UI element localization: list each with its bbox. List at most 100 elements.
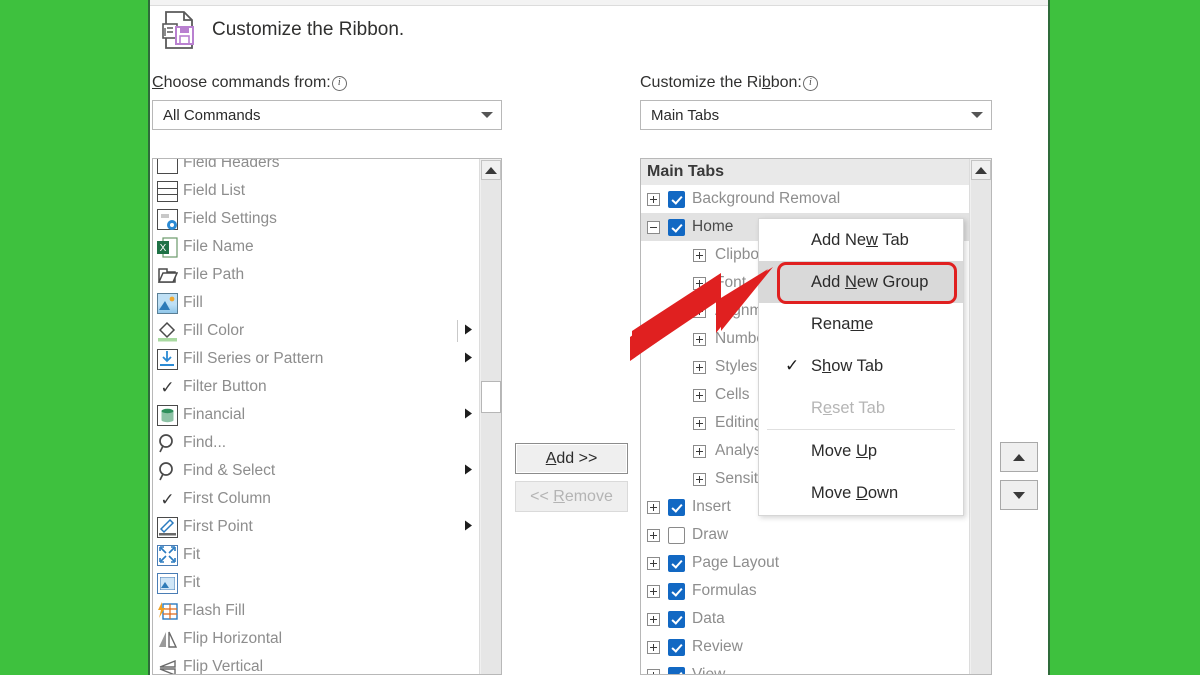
context-menu-item-label: Move Up xyxy=(811,442,877,461)
ribbon-tree-row[interactable]: Review xyxy=(641,633,971,661)
commands-scrollbar[interactable] xyxy=(479,159,501,674)
submenu-arrow-icon[interactable] xyxy=(465,325,472,338)
checkmark-icon: ✓ xyxy=(157,489,178,510)
expand-plus-icon[interactable] xyxy=(693,389,706,402)
ribbon-tree-scrollbar[interactable] xyxy=(969,159,991,674)
move-down-arrow-icon xyxy=(1013,492,1025,499)
submenu-arrow-icon[interactable] xyxy=(465,521,472,534)
expand-plus-icon[interactable] xyxy=(693,445,706,458)
submenu-arrow-icon[interactable] xyxy=(465,465,472,478)
context-menu-item[interactable]: Add New Group xyxy=(759,261,963,303)
commands-listbox[interactable]: Field HeadersField ListField SettingsXFi… xyxy=(152,158,502,675)
context-menu-item-label: Add New Tab xyxy=(811,231,909,250)
command-list-item[interactable]: Fill xyxy=(153,289,480,317)
expand-plus-icon[interactable] xyxy=(693,473,706,486)
move-down-button[interactable] xyxy=(1000,480,1038,510)
customize-ribbon-dropdown[interactable]: Main Tabs xyxy=(640,100,992,130)
expand-plus-icon[interactable] xyxy=(647,669,660,675)
scroll-up-button[interactable] xyxy=(971,160,991,180)
expand-plus-icon[interactable] xyxy=(647,529,660,542)
command-list-item[interactable]: Flip Horizontal xyxy=(153,625,480,653)
expand-plus-icon[interactable] xyxy=(693,333,706,346)
command-icon-slot xyxy=(153,626,183,652)
command-icon-slot xyxy=(153,542,183,568)
command-list-item[interactable]: First Point xyxy=(153,513,480,541)
context-menu-item[interactable]: Move Up xyxy=(759,430,963,472)
expand-plus-icon[interactable] xyxy=(693,277,706,290)
command-list-item[interactable]: XFile Name xyxy=(153,233,480,261)
commands-scroll-thumb[interactable] xyxy=(481,381,501,413)
tab-visibility-checkbox[interactable] xyxy=(668,667,685,675)
context-menu-item-label: Move Down xyxy=(811,484,898,503)
command-list-item[interactable]: Fit xyxy=(153,569,480,597)
command-list-item[interactable]: Flash Fill xyxy=(153,597,480,625)
command-list-item[interactable]: Field List xyxy=(153,177,480,205)
fill-down-icon xyxy=(157,349,178,370)
tab-visibility-checkbox[interactable] xyxy=(668,611,685,628)
chevron-down-icon[interactable] xyxy=(963,111,991,120)
expand-plus-icon[interactable] xyxy=(647,641,660,654)
command-icon-slot xyxy=(153,570,183,596)
expand-plus-icon[interactable] xyxy=(647,557,660,570)
ribbon-tree-row[interactable]: View xyxy=(641,661,971,675)
ribbon-scroll-track[interactable] xyxy=(971,180,991,674)
ribbon-tree-label: View xyxy=(692,666,725,675)
ribbon-tree-row[interactable]: Background Removal xyxy=(641,185,971,213)
choose-commands-dropdown[interactable]: All Commands xyxy=(152,100,502,130)
move-up-arrow-icon xyxy=(1013,454,1025,461)
ribbon-tree-row[interactable]: Draw xyxy=(641,521,971,549)
command-icon-slot: ✓ xyxy=(153,374,183,400)
chevron-down-icon[interactable] xyxy=(473,111,501,120)
customize-ribbon-value: Main Tabs xyxy=(641,107,963,124)
expand-plus-icon[interactable] xyxy=(647,501,660,514)
tab-visibility-checkbox[interactable] xyxy=(668,219,685,236)
context-menu-items: Add New Tab Add New GroupRename✓Show Tab R… xyxy=(759,219,963,514)
expand-plus-icon[interactable] xyxy=(647,613,660,626)
context-menu[interactable]: Add New Tab Add New GroupRename✓Show Tab R… xyxy=(758,218,964,516)
ribbon-tree-row[interactable]: Formulas xyxy=(641,577,971,605)
command-list-item[interactable]: File Path xyxy=(153,261,480,289)
info-icon[interactable]: i xyxy=(803,76,818,91)
info-icon[interactable]: i xyxy=(332,76,347,91)
command-list-item[interactable]: Financial xyxy=(153,401,480,429)
ribbon-tree-row[interactable]: Page Layout xyxy=(641,549,971,577)
page-title: Customize the Ribbon. xyxy=(212,19,404,41)
tab-visibility-checkbox[interactable] xyxy=(668,499,685,516)
expand-plus-icon[interactable] xyxy=(693,249,706,262)
add-button[interactable]: Add >> xyxy=(515,443,628,474)
context-menu-item[interactable]: Add New Tab xyxy=(759,219,963,261)
expand-plus-icon[interactable] xyxy=(647,193,660,206)
tab-visibility-checkbox[interactable] xyxy=(668,555,685,572)
command-list-item[interactable]: Field Headers xyxy=(153,158,480,177)
expand-plus-icon[interactable] xyxy=(693,417,706,430)
command-list-item[interactable]: ✓Filter Button xyxy=(153,373,480,401)
tab-visibility-checkbox[interactable] xyxy=(668,583,685,600)
expand-plus-icon[interactable] xyxy=(693,361,706,374)
command-list-item[interactable]: Fit xyxy=(153,541,480,569)
commands-scroll-track[interactable] xyxy=(481,180,501,674)
context-menu-item[interactable]: Rename xyxy=(759,303,963,345)
expand-plus-icon[interactable] xyxy=(647,585,660,598)
command-list-item[interactable]: Field Settings xyxy=(153,205,480,233)
ribbon-tree-row[interactable]: Data xyxy=(641,605,971,633)
scroll-up-button[interactable] xyxy=(481,160,501,180)
command-list-item[interactable]: Find... xyxy=(153,429,480,457)
command-list-item[interactable]: Fill Series or Pattern xyxy=(153,345,480,373)
collapse-minus-icon[interactable] xyxy=(647,221,660,234)
command-list-item[interactable]: Fill Color xyxy=(153,317,480,345)
tab-visibility-checkbox[interactable] xyxy=(668,527,685,544)
move-up-button[interactable] xyxy=(1000,442,1038,472)
command-list-item[interactable]: ✓First Column xyxy=(153,485,480,513)
submenu-arrow-icon[interactable] xyxy=(465,409,472,422)
expand-plus-icon[interactable] xyxy=(693,305,706,318)
context-menu-item[interactable]: Move Down xyxy=(759,472,963,514)
command-list-item[interactable]: Flip Vertical xyxy=(153,653,480,675)
context-menu-item[interactable]: ✓Show Tab xyxy=(759,345,963,387)
tab-visibility-checkbox[interactable] xyxy=(668,191,685,208)
tab-visibility-checkbox[interactable] xyxy=(668,639,685,656)
context-menu-item-label: Reset Tab xyxy=(811,399,885,418)
remove-button-label: << Remove xyxy=(530,488,613,506)
command-list-item[interactable]: Find & Select xyxy=(153,457,480,485)
submenu-arrow-icon[interactable] xyxy=(465,353,472,366)
commands-list: Field HeadersField ListField SettingsXFi… xyxy=(153,158,480,675)
